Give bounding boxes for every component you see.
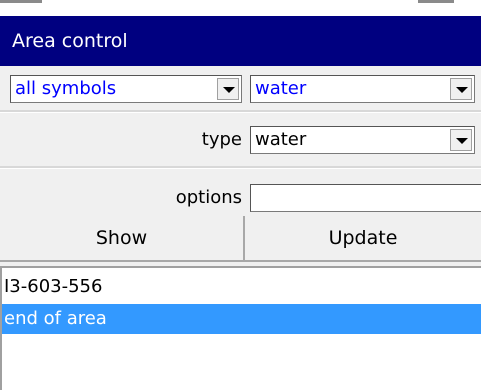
chevron-down-icon[interactable]: [450, 129, 472, 151]
frame-edge: [0, 0, 42, 3]
show-button[interactable]: Show: [0, 216, 245, 262]
update-button[interactable]: Update: [245, 216, 481, 262]
top-strip: [0, 0, 481, 16]
window-title: Area control: [0, 16, 481, 66]
symbol-scope-value: all symbols: [15, 78, 117, 99]
symbol-scope-dropdown[interactable]: all symbols: [10, 75, 242, 103]
options-input[interactable]: [250, 184, 481, 212]
type-dropdown[interactable]: water: [250, 126, 475, 154]
divider: [0, 166, 481, 169]
list-item[interactable]: I3-603-556: [2, 272, 481, 302]
frame-edge: [418, 0, 454, 3]
list-item-selected[interactable]: end of area: [2, 304, 481, 334]
symbol-name-dropdown[interactable]: water: [250, 75, 475, 103]
control-panel: all symbols water type water options Sho…: [0, 66, 481, 266]
type-label: type: [201, 129, 242, 150]
options-label: options: [175, 187, 242, 208]
type-value: water: [255, 129, 307, 150]
symbol-name-value: water: [255, 78, 307, 99]
divider: [0, 110, 481, 113]
chevron-down-icon[interactable]: [217, 78, 239, 100]
chevron-down-icon[interactable]: [450, 78, 472, 100]
area-list[interactable]: I3-603-556 end of area: [0, 266, 481, 390]
